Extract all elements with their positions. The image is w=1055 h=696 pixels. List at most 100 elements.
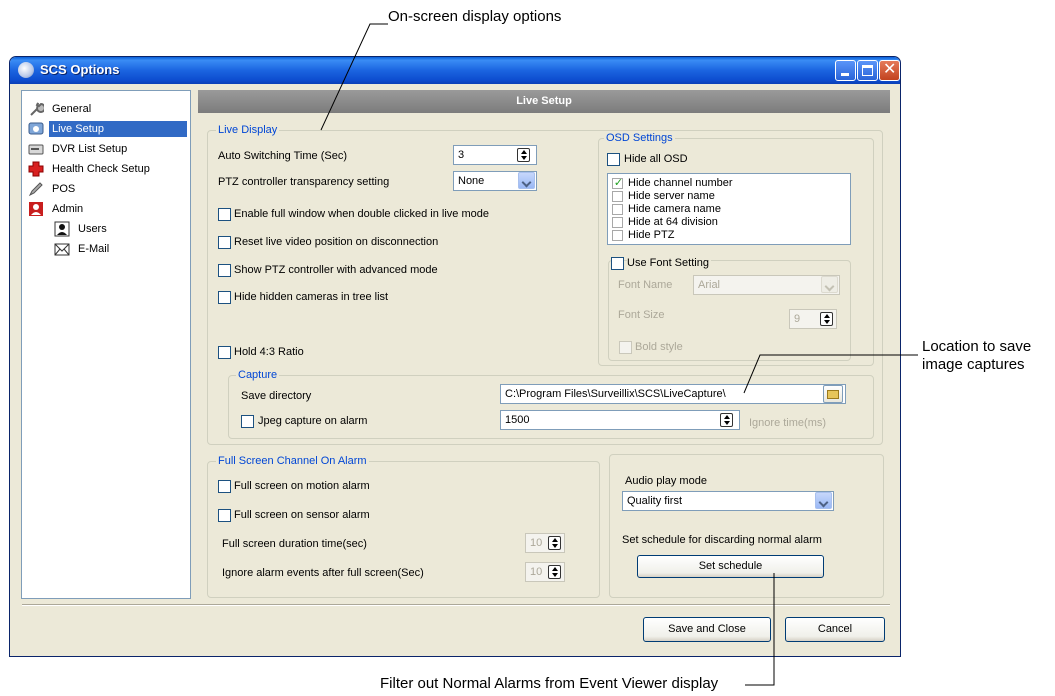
options-window: SCS Options ✕ General Live Setup DVR Lis… bbox=[9, 56, 901, 657]
osd-option-label: Hide at 64 division bbox=[628, 216, 718, 228]
hold-ratio-checkbox[interactable] bbox=[218, 346, 231, 359]
browse-folder-button[interactable] bbox=[823, 385, 843, 403]
ignore-time-input[interactable]: 1500 bbox=[500, 410, 740, 430]
sidebar-item-health-check-setup[interactable]: Health Check Setup bbox=[26, 159, 186, 179]
motion-alarm-label: Full screen on motion alarm bbox=[234, 480, 370, 492]
ptz-advanced-checkbox[interactable] bbox=[218, 264, 231, 277]
set-schedule-button[interactable]: Set schedule bbox=[637, 555, 824, 578]
admin-user-icon bbox=[29, 202, 43, 216]
sidebar-item-users[interactable]: Users bbox=[52, 219, 212, 239]
title-bar[interactable]: SCS Options ✕ bbox=[10, 57, 900, 84]
user-icon bbox=[54, 221, 70, 237]
sensor-alarm-checkbox[interactable] bbox=[218, 509, 231, 522]
osd-options-list: ✓ Hide channel number Hide server name H… bbox=[607, 173, 851, 245]
sensor-alarm-label: Full screen on sensor alarm bbox=[234, 509, 370, 521]
osd-option-label: Hide PTZ bbox=[628, 229, 675, 241]
jpeg-capture-label: Jpeg capture on alarm bbox=[258, 415, 368, 427]
sidebar-item-general[interactable]: General bbox=[26, 99, 186, 119]
osd-option-checkbox[interactable] bbox=[612, 204, 623, 215]
app-icon bbox=[18, 62, 34, 78]
font-size-spinner[interactable] bbox=[820, 312, 833, 326]
ignore-after-spinner[interactable] bbox=[548, 565, 561, 579]
close-button[interactable]: ✕ bbox=[879, 60, 900, 81]
hide-all-osd-label: Hide all OSD bbox=[624, 153, 688, 165]
save-and-close-button[interactable]: Save and Close bbox=[643, 617, 771, 642]
minimize-button[interactable] bbox=[835, 60, 856, 81]
ptz-advanced-label: Show PTZ controller with advanced mode bbox=[234, 264, 438, 276]
osd-option-label: Hide camera name bbox=[628, 203, 721, 215]
envelope-icon bbox=[54, 243, 70, 256]
ignore-time-label: Ignore time(ms) bbox=[749, 417, 827, 429]
motion-alarm-checkbox[interactable] bbox=[218, 480, 231, 493]
ignore-time-spinner[interactable] bbox=[720, 413, 733, 427]
hold-ratio-label: Hold 4:3 Ratio bbox=[234, 346, 304, 358]
callout-capture: Location to save image captures bbox=[922, 338, 1031, 374]
font-name-select[interactable]: Arial bbox=[693, 275, 840, 295]
sidebar-item-live-setup[interactable]: Live Setup bbox=[26, 119, 187, 139]
full-window-label: Enable full window when double clicked i… bbox=[234, 208, 489, 220]
osd-option-checkbox[interactable]: ✓ bbox=[612, 177, 623, 189]
ptz-transparency-label: PTZ controller transparency setting bbox=[218, 176, 390, 188]
sidebar-item-email[interactable]: E-Mail bbox=[52, 239, 212, 259]
chevron-down-icon[interactable] bbox=[518, 172, 535, 189]
folder-icon bbox=[827, 390, 839, 399]
hide-all-osd-checkbox[interactable] bbox=[607, 153, 620, 166]
sidebar-item-label: Health Check Setup bbox=[52, 163, 150, 175]
sidebar-item-label: DVR List Setup bbox=[52, 143, 128, 155]
bold-style-label: Bold style bbox=[635, 341, 683, 353]
auto-switching-label: Auto Switching Time (Sec) bbox=[218, 150, 347, 162]
callout-schedule: Filter out Normal Alarms from Event View… bbox=[380, 675, 719, 692]
sidebar-item-pos[interactable]: POS bbox=[26, 179, 186, 199]
sidebar-item-label: Admin bbox=[52, 203, 84, 215]
dvr-icon bbox=[28, 144, 44, 155]
close-icon: ✕ bbox=[883, 61, 897, 78]
jpeg-capture-checkbox[interactable] bbox=[241, 415, 254, 428]
sidebar-item-label: POS bbox=[52, 183, 76, 195]
footer-divider bbox=[22, 604, 890, 606]
full-window-checkbox[interactable] bbox=[218, 208, 231, 221]
hide-hidden-cameras-checkbox[interactable] bbox=[218, 291, 231, 304]
health-cross-icon bbox=[28, 161, 44, 177]
sidebar-item-label: E-Mail bbox=[78, 243, 110, 255]
osd-option-checkbox[interactable] bbox=[612, 191, 623, 202]
sidebar-item-label: General bbox=[52, 103, 92, 115]
sidebar-item-admin[interactable]: Admin bbox=[26, 199, 186, 219]
capture-title: Capture bbox=[236, 369, 280, 381]
osd-option-label: Hide server name bbox=[628, 190, 715, 202]
minimize-icon bbox=[841, 73, 849, 76]
use-font-checkbox[interactable] bbox=[611, 257, 624, 270]
window-title: SCS Options bbox=[40, 62, 120, 77]
audio-play-mode-label: Audio play mode bbox=[625, 475, 707, 487]
live-setup-icon bbox=[28, 122, 44, 135]
osd-option-checkbox[interactable] bbox=[612, 230, 623, 241]
cancel-button[interactable]: Cancel bbox=[785, 617, 885, 642]
bold-style-checkbox[interactable] bbox=[619, 341, 632, 354]
save-directory-label: Save directory bbox=[241, 390, 312, 402]
sidebar-item-label: Live Setup bbox=[49, 121, 187, 137]
ignore-after-label: Ignore alarm events after full screen(Se… bbox=[222, 567, 424, 579]
osd-option-label: Hide channel number bbox=[628, 177, 733, 189]
callout-capture-line1: Location to save bbox=[922, 338, 1032, 355]
use-font-label: Use Font Setting bbox=[627, 257, 711, 270]
audio-play-mode-select[interactable]: Quality first bbox=[622, 491, 834, 511]
callout-capture-line2: image captures bbox=[922, 356, 1025, 373]
save-directory-input[interactable]: C:\Program Files\Surveillix\SCS\LiveCapt… bbox=[500, 384, 846, 404]
chevron-down-icon[interactable] bbox=[815, 492, 832, 509]
schedule-label: Set schedule for discarding normal alarm bbox=[622, 534, 822, 546]
duration-spinner[interactable] bbox=[548, 536, 561, 550]
callout-osd: On-screen display options bbox=[388, 8, 562, 25]
hide-hidden-cameras-label: Hide hidden cameras in tree list bbox=[234, 291, 389, 303]
osd-settings-title: OSD Settings bbox=[604, 132, 675, 144]
sidebar-item-dvr-list-setup[interactable]: DVR List Setup bbox=[26, 139, 186, 159]
maximize-icon bbox=[862, 65, 873, 76]
reset-position-checkbox[interactable] bbox=[218, 236, 231, 249]
osd-option-checkbox[interactable] bbox=[612, 217, 623, 228]
wrench-icon bbox=[30, 102, 44, 116]
maximize-button[interactable] bbox=[857, 60, 878, 81]
sidebar-item-label: Users bbox=[78, 223, 107, 235]
auto-switching-spinner[interactable] bbox=[517, 148, 530, 162]
reset-position-label: Reset live video position on disconnecti… bbox=[234, 236, 439, 248]
duration-label: Full screen duration time(sec) bbox=[222, 538, 367, 550]
font-size-label: Font Size bbox=[618, 309, 665, 321]
chevron-down-icon[interactable] bbox=[821, 276, 838, 293]
